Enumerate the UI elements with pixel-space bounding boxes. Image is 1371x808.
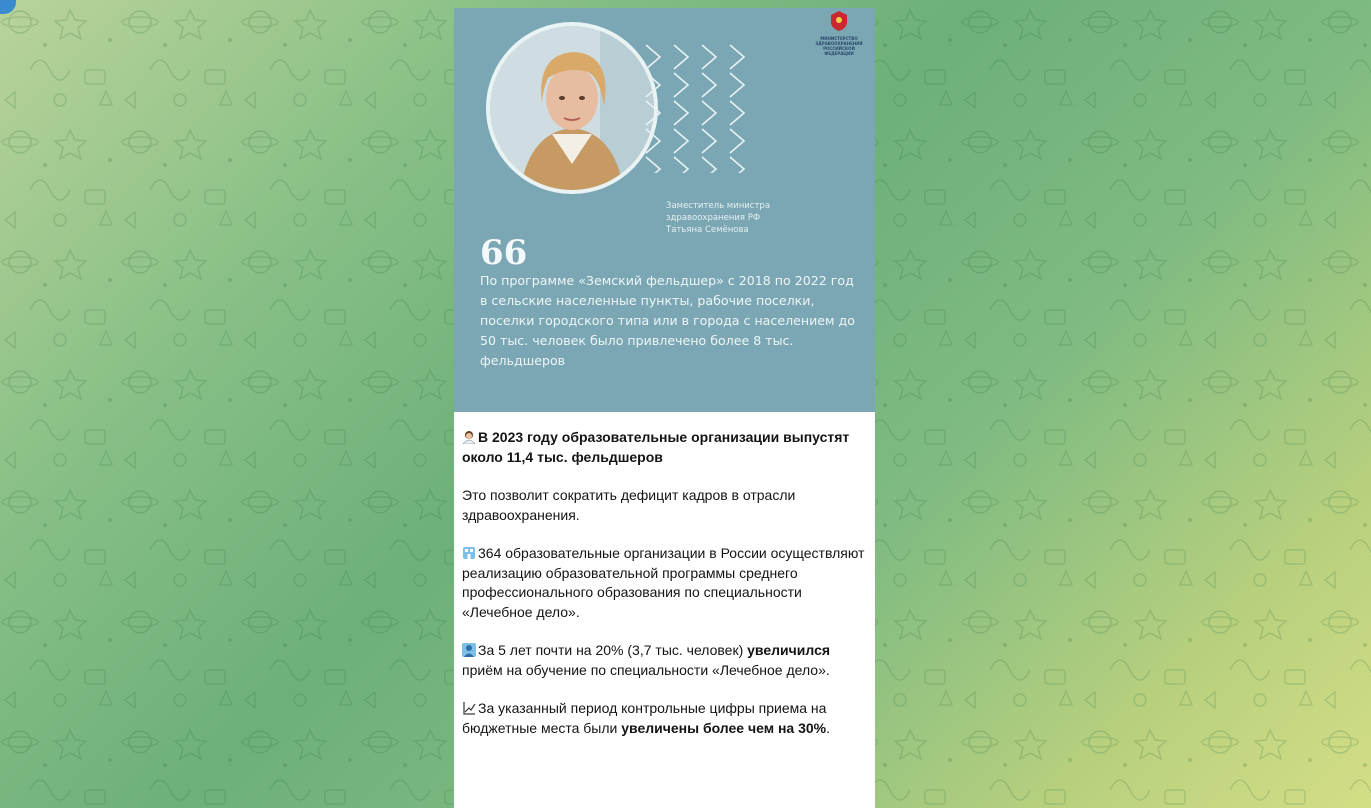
post-headline: В 2023 году образовательные организации … bbox=[462, 428, 872, 467]
chat-background: МИНИСТЕРСТВО ЗДРАВООХРАНЕНИЯ РОССИЙСКОЙ … bbox=[0, 0, 1371, 808]
portrait-photo bbox=[486, 22, 658, 194]
emblem-icon bbox=[831, 11, 847, 31]
paragraph-1: Это позволит сократить дефицит кадров в … bbox=[462, 487, 796, 523]
paragraph-3: За 5 лет почти на 20% (3,7 тыс. человек)… bbox=[462, 641, 872, 680]
paragraph-3-end: приём на обучение по специальности «Лече… bbox=[462, 661, 830, 678]
channel-post: МИНИСТЕРСТВО ЗДРАВООХРАНЕНИЯ РОССИЙСКОЙ … bbox=[454, 8, 875, 808]
chart-increasing-icon bbox=[463, 702, 476, 715]
paragraph-4: За указанный период контрольные цифры пр… bbox=[462, 699, 872, 738]
logo-text-3: РОССИЙСКОЙ ФЕДЕРАЦИИ bbox=[823, 46, 855, 56]
post-image[interactable]: МИНИСТЕРСТВО ЗДРАВООХРАНЕНИЯ РОССИЙСКОЙ … bbox=[454, 8, 875, 412]
paragraph-2: 364 образовательные организации в России… bbox=[462, 544, 872, 622]
quote-text: По программе «Земский фельдшер» с 2018 п… bbox=[480, 273, 855, 368]
paragraph-3-bold: увеличился bbox=[747, 642, 831, 658]
headline-text: В 2023 году образовательные организации … bbox=[462, 429, 850, 465]
caption-line-3: Татьяна Семёнова bbox=[666, 225, 749, 235]
hospital-icon bbox=[463, 547, 475, 559]
caption-line-1: Заместитель министра bbox=[666, 201, 771, 211]
caption-line-2: здравоохранения РФ bbox=[666, 213, 761, 223]
ministry-logo: МИНИСТЕРСТВО ЗДРАВООХРАНЕНИЯ РОССИЙСКОЙ … bbox=[812, 10, 866, 56]
photo-caption: Заместитель министра здравоохранения РФ … bbox=[666, 200, 770, 236]
paragraph-4-bold: увеличены более чем на 30% bbox=[621, 719, 827, 736]
paragraph-4-end: . bbox=[826, 719, 830, 736]
paragraph-2-text: 364 образовательные организации в России… bbox=[462, 545, 865, 620]
decorative-chevrons bbox=[645, 44, 746, 173]
paragraph-3-start: За 5 лет почти на 20% (3,7 тыс. человек) bbox=[478, 642, 748, 658]
post-text: В 2023 году образовательные организации … bbox=[454, 412, 872, 738]
quote-mark-icon: 66 bbox=[480, 233, 528, 273]
doctor-icon bbox=[462, 643, 476, 657]
health-worker-icon bbox=[462, 431, 476, 444]
